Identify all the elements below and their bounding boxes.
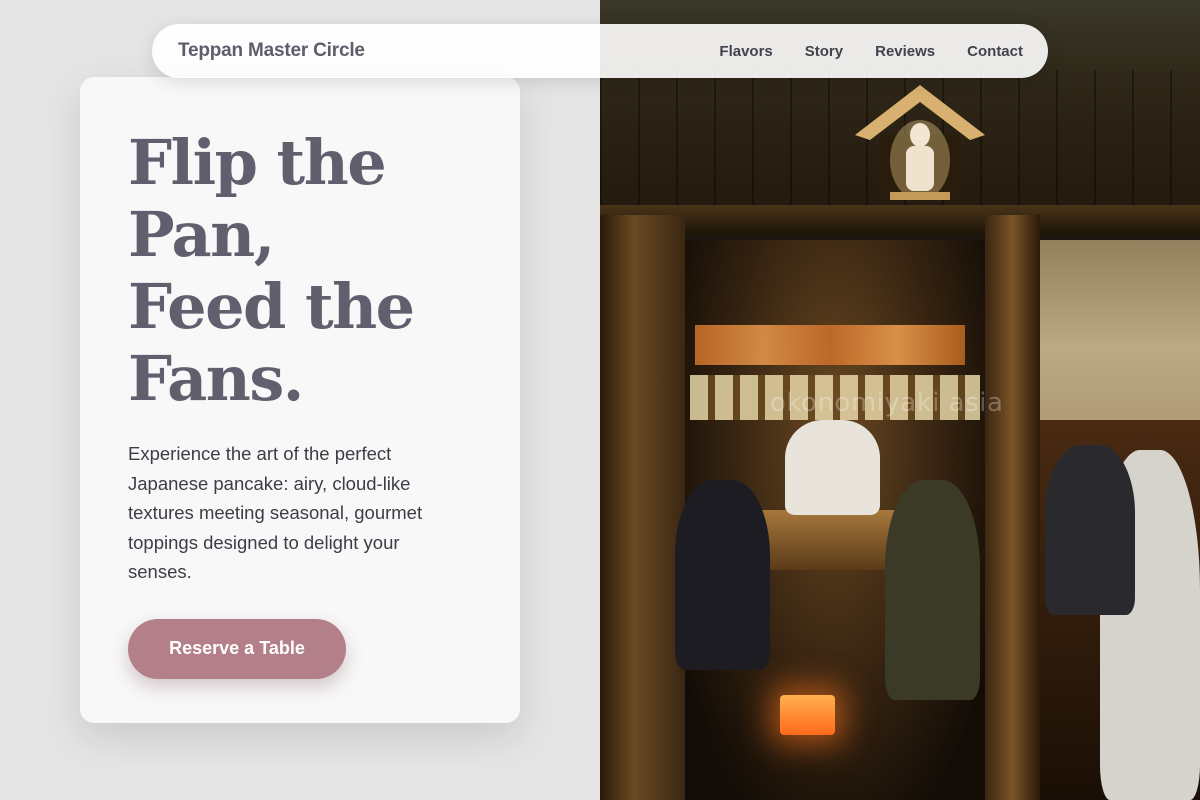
headline-line: Flip the — [128, 126, 387, 199]
headline-line: Fans. — [128, 342, 304, 415]
headline-line: Pan, — [128, 198, 275, 271]
photo-lanterns — [695, 325, 965, 365]
nav-link-contact[interactable]: Contact — [967, 43, 1023, 60]
photo-door-left — [600, 215, 685, 800]
photo-door-right — [985, 215, 1040, 800]
photo-diner-back — [1045, 445, 1135, 615]
reserve-table-button[interactable]: Reserve a Table — [128, 618, 346, 679]
photo-watermark: okonomiyaki asia — [770, 388, 1004, 418]
headline-line: Feed the — [128, 270, 415, 343]
hero-headline: Flip the Pan, Feed the Fans. — [128, 127, 472, 415]
photo-beam — [600, 205, 1200, 235]
brand-logo[interactable]: Teppan Master Circle — [178, 40, 365, 62]
photo-diner-right — [885, 480, 980, 700]
nav-link-story[interactable]: Story — [805, 43, 843, 60]
shrine-icon — [855, 85, 985, 200]
photo-chef — [785, 420, 880, 515]
hero-photo: okonomiyaki asia — [600, 0, 1200, 800]
photo-noren-curtain — [1040, 240, 1200, 420]
top-nav: Teppan Master Circle Flavors Story Revie… — [152, 24, 1048, 78]
hero-description: Experience the art of the perfect Japane… — [128, 443, 423, 582]
hero-card: Flip the Pan, Feed the Fans. Experience … — [80, 77, 520, 723]
photo-diner-left — [675, 480, 770, 670]
nav-link-flavors[interactable]: Flavors — [719, 43, 772, 60]
photo-heater — [780, 695, 835, 735]
nav-links: Flavors Story Reviews Contact — [719, 43, 1023, 60]
nav-link-reviews[interactable]: Reviews — [875, 43, 935, 60]
